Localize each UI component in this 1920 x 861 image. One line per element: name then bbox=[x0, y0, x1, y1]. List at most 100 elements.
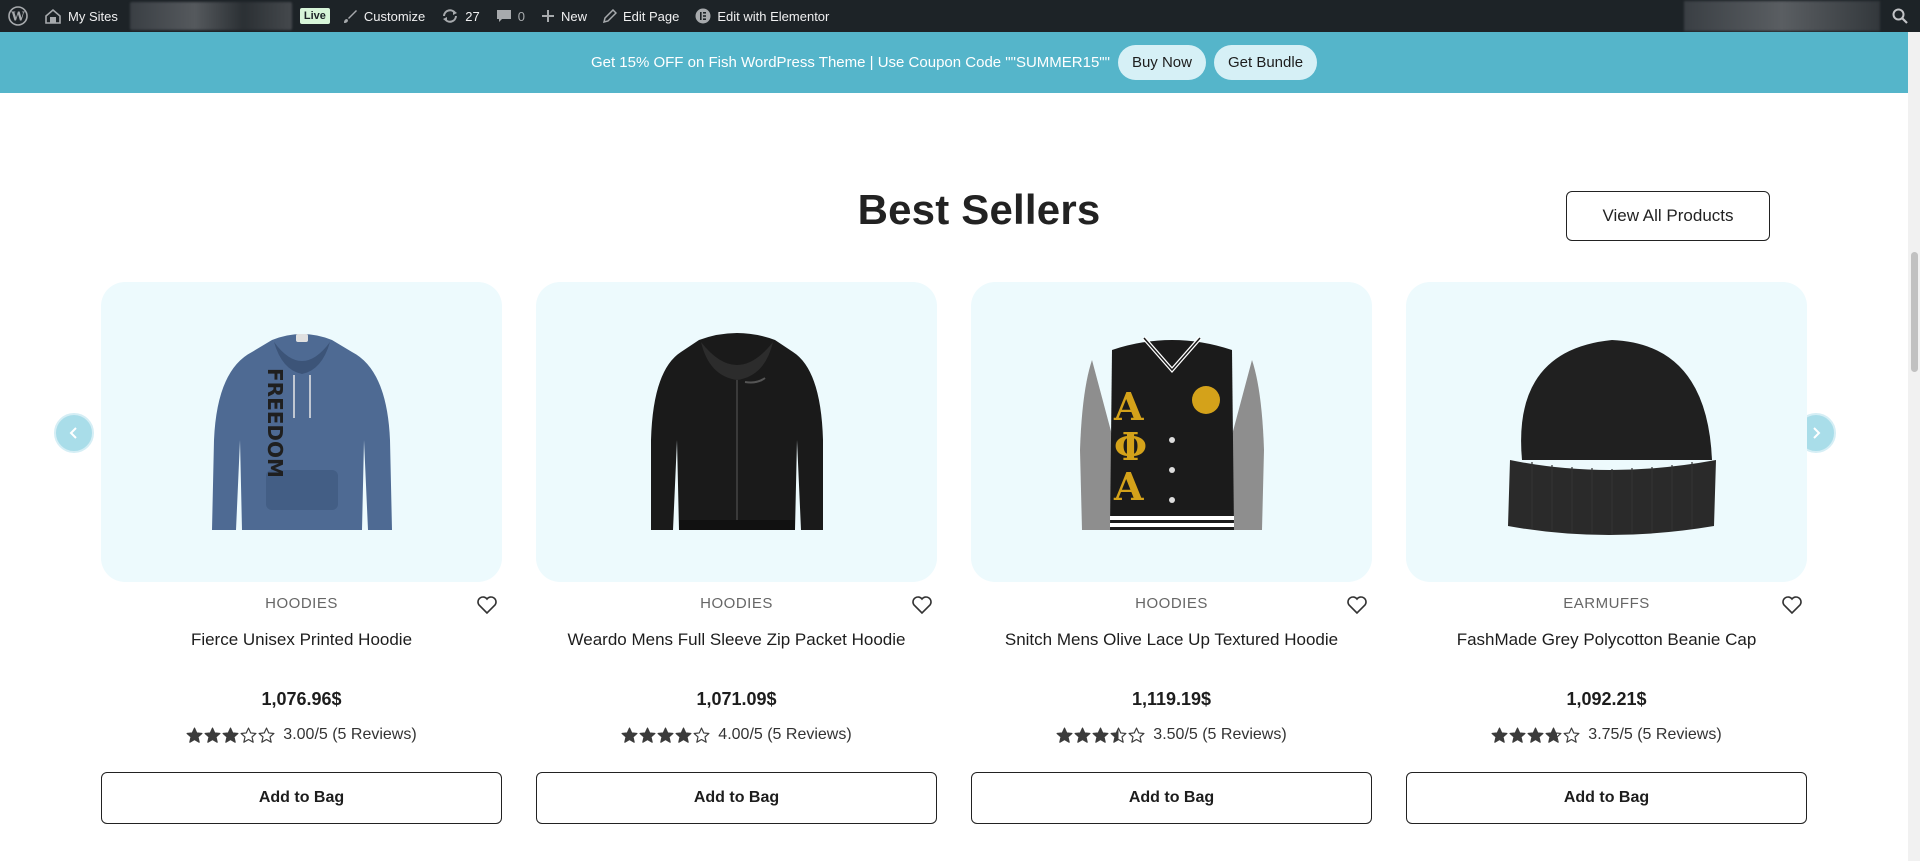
wordpress-logo-icon[interactable]: W bbox=[0, 0, 36, 32]
my-sites-menu[interactable]: My Sites bbox=[36, 0, 126, 32]
live-indicator: Live bbox=[296, 0, 334, 32]
get-bundle-button[interactable]: Get Bundle bbox=[1213, 45, 1318, 80]
star-empty-icon bbox=[258, 726, 275, 743]
my-sites-icon bbox=[45, 8, 61, 24]
add-to-bag-button[interactable]: Add to Bag bbox=[536, 772, 937, 824]
product-price: 1,071.09$ bbox=[696, 689, 777, 709]
star-filled-icon bbox=[675, 726, 692, 743]
product-card: FREEDOM HOODIES Fierce Unisex Printed Ho… bbox=[101, 282, 502, 824]
star-filled-icon bbox=[222, 726, 239, 743]
updates-count: 27 bbox=[465, 8, 480, 24]
star-empty-icon bbox=[1563, 726, 1580, 743]
updates-icon bbox=[443, 9, 458, 23]
rating-text: 3.50/5 (5 Reviews) bbox=[1153, 726, 1287, 743]
varsity-jacket-icon: A Φ A bbox=[1079, 336, 1264, 530]
my-sites-label: My Sites bbox=[68, 8, 118, 24]
star-filled-icon bbox=[204, 726, 221, 743]
heart-icon bbox=[1347, 596, 1367, 615]
user-account-redacted[interactable] bbox=[1684, 1, 1880, 31]
star-rating bbox=[621, 726, 710, 744]
heart-icon bbox=[1782, 596, 1802, 615]
new-label: New bbox=[560, 8, 587, 24]
wishlist-button[interactable] bbox=[1346, 594, 1368, 616]
star-filled-icon bbox=[1491, 726, 1508, 743]
svg-text:A: A bbox=[1113, 384, 1144, 429]
search-icon bbox=[1892, 8, 1908, 24]
live-badge: Live bbox=[299, 8, 330, 24]
admin-search-button[interactable] bbox=[1880, 0, 1920, 32]
black-beanie-icon bbox=[1507, 339, 1716, 535]
product-name[interactable]: Snitch Mens Olive Lace Up Textured Hoodi… bbox=[971, 630, 1372, 650]
product-rating: 4.00/5 (5 Reviews) bbox=[536, 726, 937, 744]
comments-count: 0 bbox=[517, 8, 525, 24]
plus-icon bbox=[541, 10, 554, 22]
new-content-link[interactable]: New bbox=[533, 0, 595, 32]
comment-icon bbox=[496, 10, 511, 22]
product-category[interactable]: HOODIES bbox=[101, 595, 502, 612]
product-card: EARMUFFS FashMade Grey Polycotton Beanie… bbox=[1406, 282, 1807, 824]
promo-text: Get 15% OFF on Fish WordPress Theme | Us… bbox=[590, 54, 1110, 71]
blue-printed-hoodie-icon: FREEDOM bbox=[211, 333, 392, 530]
product-rating: 3.00/5 (5 Reviews) bbox=[101, 726, 502, 744]
star-filled-icon bbox=[657, 726, 674, 743]
edit-page-link[interactable]: Edit Page bbox=[595, 0, 687, 32]
carousel-prev-button[interactable] bbox=[54, 413, 94, 453]
add-to-bag-button[interactable]: Add to Bag bbox=[971, 772, 1372, 824]
elementor-icon bbox=[695, 8, 711, 24]
wishlist-button[interactable] bbox=[911, 594, 933, 616]
product-card: A Φ A HOODIES Snitch Mens Olive Lace Up … bbox=[971, 282, 1372, 824]
star-rating bbox=[1491, 726, 1580, 744]
admin-bar: W My Sites Live Customize 27 0 New Edit … bbox=[0, 0, 1920, 32]
product-price: 1,092.21$ bbox=[1566, 689, 1647, 709]
star-empty-icon bbox=[693, 726, 710, 743]
edit-page-label: Edit Page bbox=[623, 8, 680, 24]
heart-icon bbox=[477, 596, 497, 615]
rating-text: 4.00/5 (5 Reviews) bbox=[718, 726, 852, 743]
updates-link[interactable]: 27 bbox=[433, 0, 487, 32]
star-filled-icon bbox=[186, 726, 203, 743]
star-filled-icon bbox=[1509, 726, 1526, 743]
product-category[interactable]: HOODIES bbox=[971, 595, 1372, 612]
heart-icon bbox=[912, 596, 932, 615]
star-rating bbox=[1056, 726, 1145, 744]
rating-text: 3.75/5 (5 Reviews) bbox=[1588, 726, 1722, 743]
product-category[interactable]: EARMUFFS bbox=[1406, 595, 1807, 612]
buy-now-button[interactable]: Buy Now bbox=[1117, 45, 1206, 80]
product-image[interactable] bbox=[1406, 282, 1807, 582]
product-image[interactable] bbox=[536, 282, 937, 582]
view-all-products-button[interactable]: View All Products bbox=[1566, 191, 1770, 241]
add-to-bag-button[interactable]: Add to Bag bbox=[101, 772, 502, 824]
product-image[interactable]: FREEDOM bbox=[101, 282, 502, 582]
product-carousel: FREEDOM HOODIES Fierce Unisex Printed Ho… bbox=[101, 282, 1807, 842]
svg-text:A: A bbox=[1113, 464, 1144, 509]
star-filled-icon bbox=[1074, 726, 1091, 743]
svg-text:Φ: Φ bbox=[1114, 424, 1147, 469]
star-empty-icon bbox=[240, 726, 257, 743]
add-to-bag-button[interactable]: Add to Bag bbox=[1406, 772, 1807, 824]
svg-text:FREEDOM: FREEDOM bbox=[263, 368, 287, 478]
promo-banner: Get 15% OFF on Fish WordPress Theme | Us… bbox=[0, 32, 1908, 93]
product-category[interactable]: HOODIES bbox=[536, 595, 937, 612]
wishlist-button[interactable] bbox=[1781, 594, 1803, 616]
site-name-redacted[interactable] bbox=[129, 2, 292, 30]
edit-elementor-link[interactable]: Edit with Elementor bbox=[687, 0, 837, 32]
star-filled-icon bbox=[1056, 726, 1073, 743]
star-filled-icon bbox=[621, 726, 638, 743]
product-price: 1,076.96$ bbox=[261, 689, 342, 709]
star-half-icon bbox=[1545, 726, 1562, 743]
comments-link[interactable]: 0 bbox=[488, 0, 533, 32]
chevron-right-icon bbox=[1813, 427, 1821, 439]
customize-link[interactable]: Customize bbox=[334, 0, 433, 32]
product-name[interactable]: Fierce Unisex Printed Hoodie bbox=[101, 630, 502, 650]
product-name[interactable]: Weardo Mens Full Sleeve Zip Packet Hoodi… bbox=[536, 630, 937, 650]
product-name[interactable]: FashMade Grey Polycotton Beanie Cap bbox=[1406, 630, 1807, 650]
product-card: HOODIES Weardo Mens Full Sleeve Zip Pack… bbox=[536, 282, 937, 824]
star-filled-icon bbox=[1092, 726, 1109, 743]
product-rating: 3.75/5 (5 Reviews) bbox=[1406, 726, 1807, 744]
scrollbar-thumb[interactable] bbox=[1911, 252, 1918, 372]
pencil-icon bbox=[603, 9, 617, 23]
product-image[interactable]: A Φ A bbox=[971, 282, 1372, 582]
star-empty-icon bbox=[1128, 726, 1145, 743]
wishlist-button[interactable] bbox=[476, 594, 498, 616]
page-scrollbar[interactable] bbox=[1908, 32, 1920, 861]
